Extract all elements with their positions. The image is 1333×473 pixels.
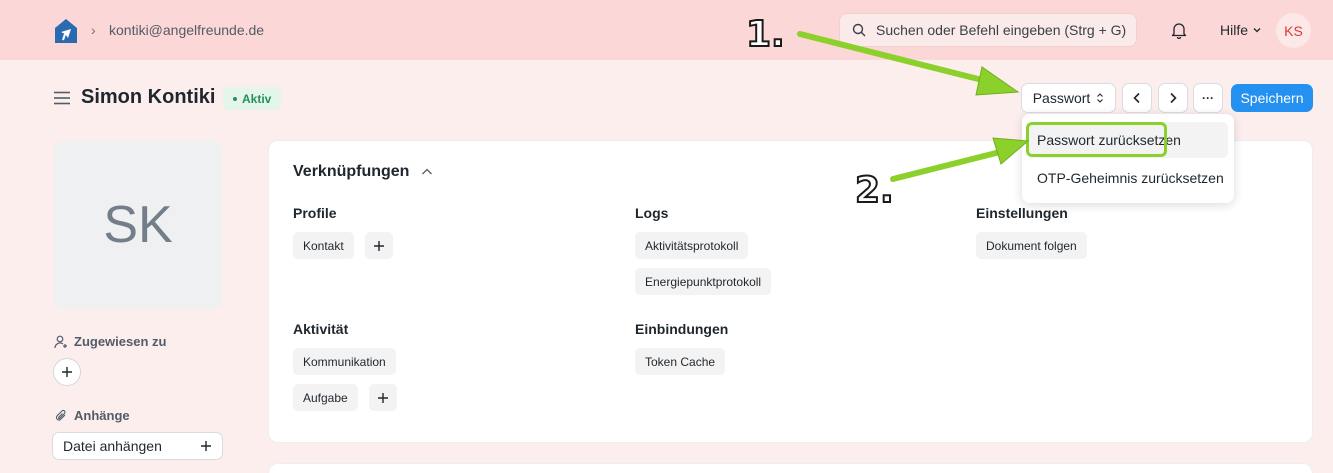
more-actions-button[interactable]: ··· [1193,83,1223,113]
link-chip-kontakt[interactable]: Kontakt [293,232,354,259]
notification-bell-icon[interactable] [1170,21,1188,39]
annotation-step-1: 1. [745,13,786,56]
status-badge: Aktiv [223,87,282,110]
link-chip-task[interactable]: Aufgabe [293,384,358,411]
add-task-button[interactable] [369,384,397,411]
paperclip-icon [55,409,66,421]
next-section-card [268,463,1313,473]
profile-avatar[interactable]: SK [54,141,222,309]
next-record-button[interactable] [1158,83,1188,113]
connections-header[interactable]: Verknüpfungen [293,163,433,181]
help-menu[interactable]: Hilfe [1220,22,1262,38]
link-chip-document-follow[interactable]: Dokument folgen [976,232,1087,259]
chevron-updown-icon [1097,93,1104,103]
navbar: › kontiki@angelfreunde.de Suchen oder Be… [0,0,1333,60]
link-chip-communication[interactable]: Kommunikation [293,348,396,375]
chevron-right-icon [1170,92,1177,104]
plus-icon [62,367,72,377]
breadcrumb[interactable]: kontiki@angelfreunde.de [109,22,264,38]
group-title-activity: Aktivität [293,321,349,337]
group-title-logs: Logs [635,205,669,221]
search-input[interactable]: Suchen oder Befehl eingeben (Strg + G) [839,13,1137,47]
password-button-label: Passwort [1032,90,1091,106]
chevron-left-icon [1133,92,1140,104]
attachments-label: Anhänge [54,408,130,423]
save-button[interactable]: Speichern [1231,84,1313,112]
attach-file-button[interactable]: Datei anhängen [52,432,223,460]
assigned-to-text: Zugewiesen zu [74,334,167,349]
plus-icon [378,392,388,403]
group-title-integrations: Einbindungen [635,321,729,337]
menu-item-reset-otp-secret[interactable]: OTP-Geheimnis zurücksetzen [1028,160,1228,196]
add-kontakt-button[interactable] [365,232,393,259]
group-title-profile: Profile [293,205,337,221]
annotation-highlight-box [1026,122,1167,157]
breadcrumb-separator: › [91,22,96,38]
plus-icon [201,441,211,451]
page-title: Simon Kontiki [81,86,216,108]
chevron-down-icon [1253,28,1261,33]
connections-title: Verknüpfungen [293,163,410,180]
plus-icon [374,240,384,251]
status-label: Aktiv [242,91,272,106]
password-dropdown-button[interactable]: Passwort [1021,83,1116,113]
search-placeholder: Suchen oder Befehl eingeben (Strg + G) [876,22,1127,38]
user-plus-icon [54,335,67,348]
group-title-settings: Einstellungen [976,205,1068,221]
hamburger-menu-icon[interactable] [54,91,70,105]
status-dot [233,96,237,101]
more-label: ··· [1202,91,1214,105]
user-avatar[interactable]: KS [1276,13,1311,48]
link-chip-energy-point-log[interactable]: Energiepunktprotokoll [635,268,772,295]
link-chip-token-cache[interactable]: Token Cache [635,348,726,375]
previous-record-button[interactable] [1122,83,1152,113]
search-icon [852,23,866,37]
help-label: Hilfe [1220,22,1249,38]
add-assignment-button[interactable] [53,358,81,386]
assigned-to-label: Zugewiesen zu [54,334,166,349]
link-chip-activity-log[interactable]: Aktivitätsprotokoll [635,232,749,259]
chevron-up-icon [422,168,433,175]
home-logo-icon[interactable] [54,18,78,44]
attach-file-label: Datei anhängen [63,438,162,454]
annotation-step-2: 2. [854,169,895,212]
attachments-text: Anhänge [74,408,130,423]
